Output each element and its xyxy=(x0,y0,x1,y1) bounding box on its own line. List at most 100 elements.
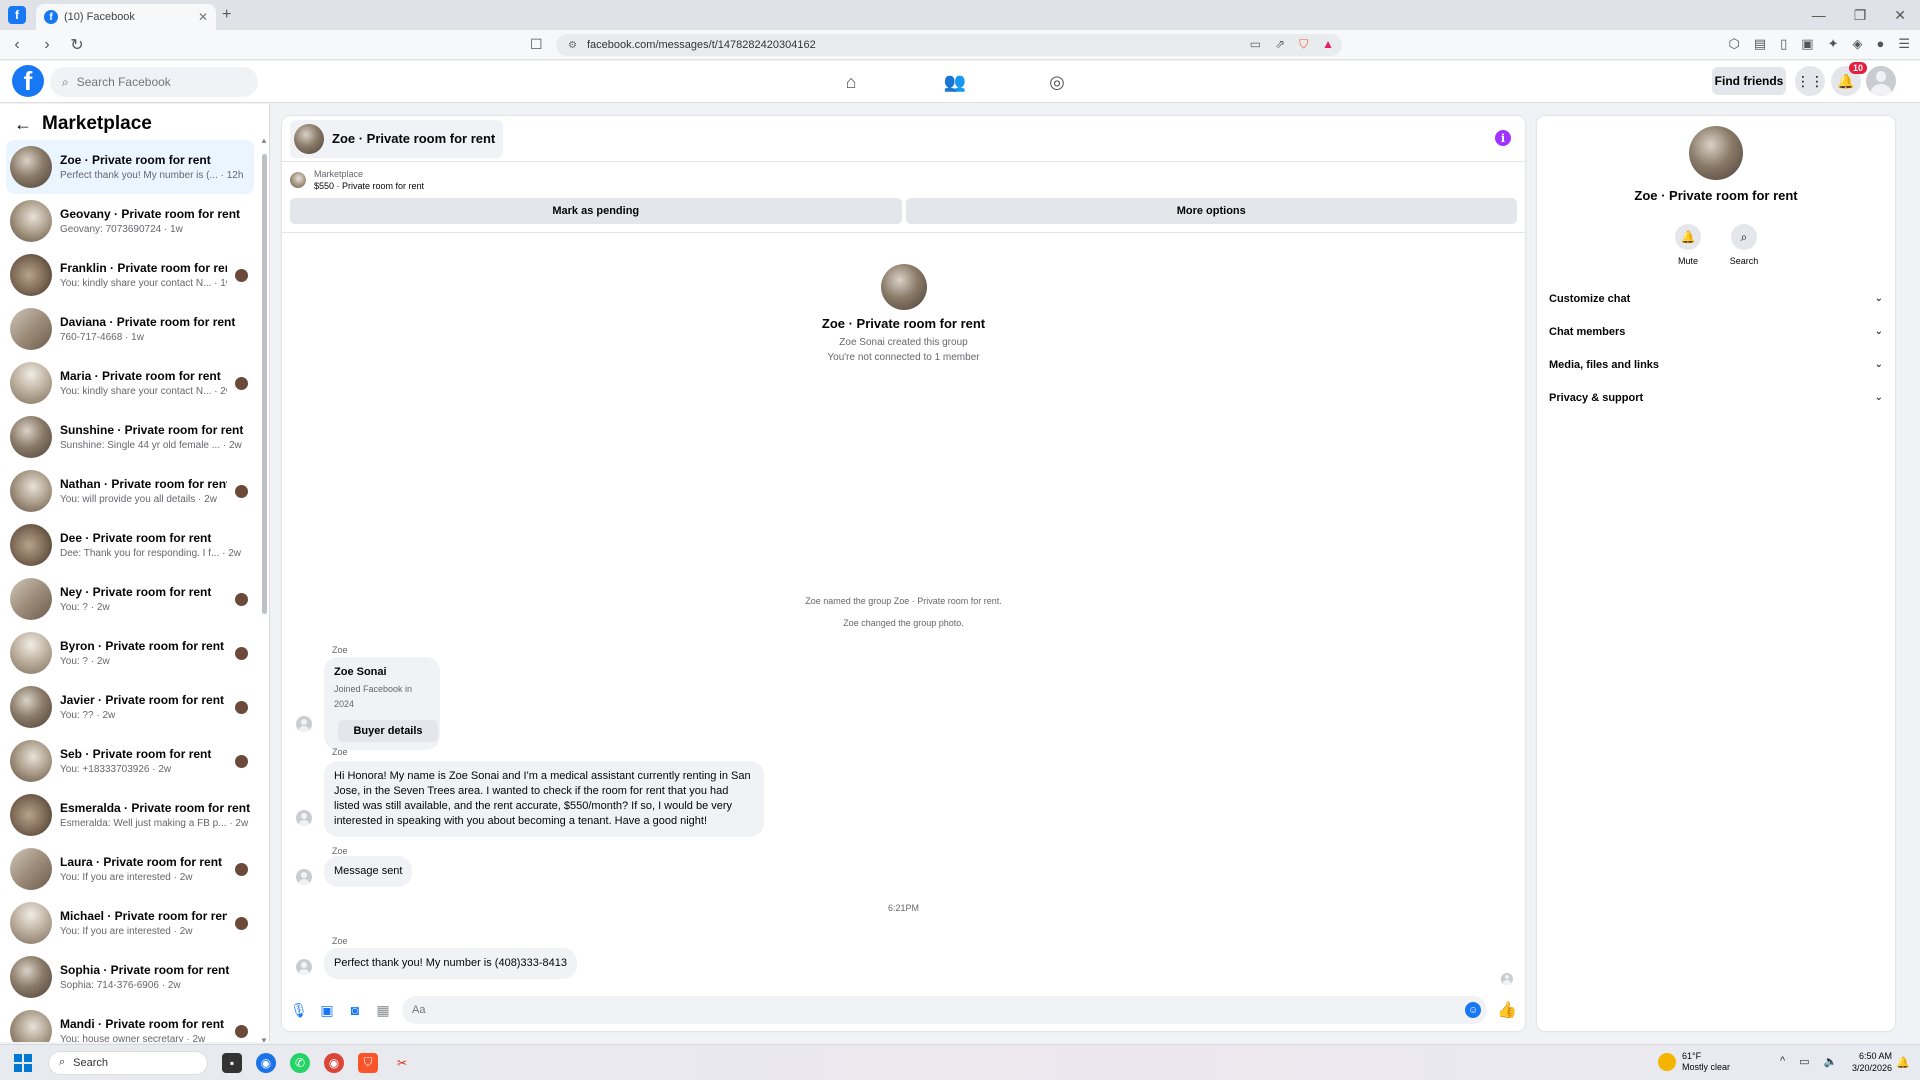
whatsapp-icon[interactable]: ✆ xyxy=(290,1052,310,1073)
sticker-icon[interactable]: ◙ xyxy=(346,1001,364,1019)
leo-icon[interactable]: ✦ xyxy=(1828,36,1839,52)
section-chat-members[interactable]: Chat members ⌄ xyxy=(1545,315,1887,348)
share-icon[interactable]: ⇗ xyxy=(1275,37,1285,52)
new-tab-icon[interactable]: + xyxy=(222,6,231,24)
conversation-item[interactable]: Seb · Private room for rent You: +1833370… xyxy=(6,734,254,788)
message-bubble[interactable]: Perfect thank you! My number is (408)333… xyxy=(324,948,577,979)
notifications-icon[interactable]: 🔔 10 xyxy=(1831,62,1867,96)
info-icon[interactable]: i xyxy=(1495,130,1511,146)
notification-center-icon[interactable]: 🔔 xyxy=(1896,1056,1910,1069)
back-arrow-icon[interactable]: ← xyxy=(14,114,32,135)
snipping-tool-icon[interactable]: ✂ xyxy=(392,1052,412,1073)
sender-avatar[interactable] xyxy=(296,810,312,826)
sender-avatar[interactable] xyxy=(296,716,312,732)
task-view-icon[interactable]: ▪ xyxy=(222,1052,242,1073)
brave-rewards-icon[interactable]: ▲ xyxy=(1322,37,1334,52)
section-privacy-support[interactable]: Privacy & support ⌄ xyxy=(1545,381,1887,414)
cast-icon[interactable]: ▭ xyxy=(1250,37,1261,52)
like-icon[interactable]: 👍 xyxy=(1497,1000,1517,1020)
search-button[interactable]: ⌕ Search xyxy=(1729,224,1759,266)
message-bubble[interactable]: Message sent xyxy=(324,856,413,887)
extensions-icon[interactable]: ⬡ xyxy=(1728,36,1739,52)
conversation-item[interactable]: Byron · Private room for rent You: ? · 2w xyxy=(6,626,254,680)
sender-avatar[interactable] xyxy=(296,959,312,975)
message-input[interactable] xyxy=(412,1004,1466,1016)
facebook-search-input[interactable] xyxy=(76,75,227,89)
forward-icon[interactable]: › xyxy=(34,36,60,54)
mute-button[interactable]: 🔔 Mute xyxy=(1673,224,1703,266)
conversation-item[interactable]: Michael · Private room for rent You: If y… xyxy=(6,896,254,950)
menu-icon[interactable]: ☰ xyxy=(1898,36,1910,52)
reader-icon[interactable]: ▤ xyxy=(1754,36,1766,52)
close-tab-icon[interactable]: ✕ xyxy=(198,10,208,24)
conversation-item[interactable]: Ney · Private room for rent You: ? · 2w xyxy=(6,572,254,626)
scroll-thumb[interactable] xyxy=(262,154,267,614)
sidebar-scrollbar[interactable]: ▲ ▼ xyxy=(260,136,268,1042)
close-window-icon[interactable]: ✕ xyxy=(1894,7,1906,24)
restore-icon[interactable]: ❐ xyxy=(1854,7,1867,24)
chrome-icon[interactable]: ◉ xyxy=(256,1052,276,1073)
conversation-item[interactable]: Dee · Private room for rent Dee: Thank yo… xyxy=(6,518,254,572)
chevron-up-icon[interactable]: ^ xyxy=(1780,1055,1785,1068)
chat-info-actions: 🔔 Mute ⌕ Search xyxy=(1537,224,1895,266)
taskbar-search[interactable]: ⌕ Search xyxy=(48,1050,208,1075)
back-icon[interactable]: ‹ xyxy=(4,36,30,54)
message-bubble[interactable]: Hi Honora! My name is Zoe Sonai and I'm … xyxy=(324,761,764,837)
minimize-icon[interactable]: — xyxy=(1812,7,1826,24)
conversation-item[interactable]: Nathan · Private room for rent You: will … xyxy=(6,464,254,518)
sender-avatar[interactable] xyxy=(296,869,312,885)
microphone-icon[interactable]: 🎙 xyxy=(290,1001,308,1019)
groups-icon[interactable]: ◎ xyxy=(1037,69,1077,95)
network-icon[interactable]: ▭ xyxy=(1799,1055,1809,1068)
brave-shield-icon[interactable]: ⛉ xyxy=(1299,37,1308,52)
find-friends-button[interactable]: Find friends xyxy=(1712,67,1786,95)
sidebar-icon[interactable]: ▯ xyxy=(1780,36,1787,52)
conversation-avatar xyxy=(10,632,52,674)
conversation-item[interactable]: Zoe · Private room for rent Perfect thank… xyxy=(6,140,254,194)
friends-icon[interactable]: 👥 xyxy=(935,69,975,95)
listing-row[interactable]: Marketplace $550 · Private room for rent xyxy=(282,162,1525,198)
conversation-item[interactable]: Laura · Private room for rent You: If you… xyxy=(6,842,254,896)
conversation-item[interactable]: Daviana · Private room for rent 760-717-4… xyxy=(6,302,254,356)
menu-grid-icon[interactable]: ⋮⋮ xyxy=(1795,66,1825,96)
gif-icon[interactable]: ▦ xyxy=(374,1001,392,1019)
weather-widget[interactable]: 61°F Mostly clear xyxy=(1658,1051,1730,1073)
brave-icon[interactable]: ⛉ xyxy=(358,1052,378,1073)
profile-avatar[interactable] xyxy=(1866,66,1896,96)
taskbar-clock[interactable]: 6:50 AM 3/20/2026 xyxy=(1852,1050,1892,1074)
chevron-down-icon: ⌄ xyxy=(1874,392,1883,403)
facebook-search[interactable]: ⌕ xyxy=(50,67,258,97)
conversation-item[interactable]: Javier · Private room for rent You: ?? · … xyxy=(6,680,254,734)
site-info-icon[interactable]: ⚙ xyxy=(568,40,577,51)
home-icon[interactable]: ⌂ xyxy=(831,69,871,95)
bookmark-icon[interactable]: ☐ xyxy=(530,36,543,53)
conversation-item[interactable]: Esmeralda · Private room for rent Esmeral… xyxy=(6,788,254,842)
url-field[interactable]: ⚙ facebook.com/messages/t/14782824203041… xyxy=(556,34,1342,56)
vpn-icon[interactable]: ◈ xyxy=(1852,36,1862,52)
more-options-button[interactable]: More options xyxy=(905,198,1517,224)
conversation-item[interactable]: Franklin · Private room for rent You: kin… xyxy=(6,248,254,302)
browser-tab[interactable]: f (10) Facebook ✕ xyxy=(36,4,216,30)
image-icon[interactable]: ▣ xyxy=(318,1001,336,1019)
buyer-details-button[interactable]: Buyer details xyxy=(338,720,438,742)
section-media-files-links[interactable]: Media, files and links ⌄ xyxy=(1545,348,1887,381)
emoji-icon[interactable]: ☺ xyxy=(1465,1002,1482,1018)
conversation-item[interactable]: Sunshine · Private room for rent Sunshine… xyxy=(6,410,254,464)
chrome-profile-icon[interactable]: ◉ xyxy=(324,1052,344,1073)
facebook-pinned-icon[interactable]: f xyxy=(8,6,26,24)
windows-start-icon[interactable] xyxy=(14,1053,32,1072)
scroll-down-icon[interactable]: ▼ xyxy=(260,1036,268,1042)
wallet-icon[interactable]: ▣ xyxy=(1801,36,1813,52)
conversation-item[interactable]: Mandi · Private room for rent You: house … xyxy=(6,1004,254,1042)
reload-icon[interactable]: ↻ xyxy=(64,35,90,55)
mark-as-pending-button[interactable]: Mark as pending xyxy=(290,198,902,224)
section-customize-chat[interactable]: Customize chat ⌄ xyxy=(1545,282,1887,315)
facebook-logo-icon[interactable]: f xyxy=(12,65,44,97)
profile-ext-icon[interactable]: ● xyxy=(1876,36,1884,52)
conversation-item[interactable]: Sophia · Private room for rent Sophia: 71… xyxy=(6,950,254,1004)
scroll-up-icon[interactable]: ▲ xyxy=(260,136,268,145)
volume-icon[interactable]: 🔈 xyxy=(1824,1055,1838,1068)
chat-title-button[interactable]: Zoe · Private room for rent xyxy=(290,119,504,158)
conversation-item[interactable]: Maria · Private room for rent You: kindly… xyxy=(6,356,254,410)
conversation-item[interactable]: Geovany · Private room for rent Geovany: … xyxy=(6,194,254,248)
